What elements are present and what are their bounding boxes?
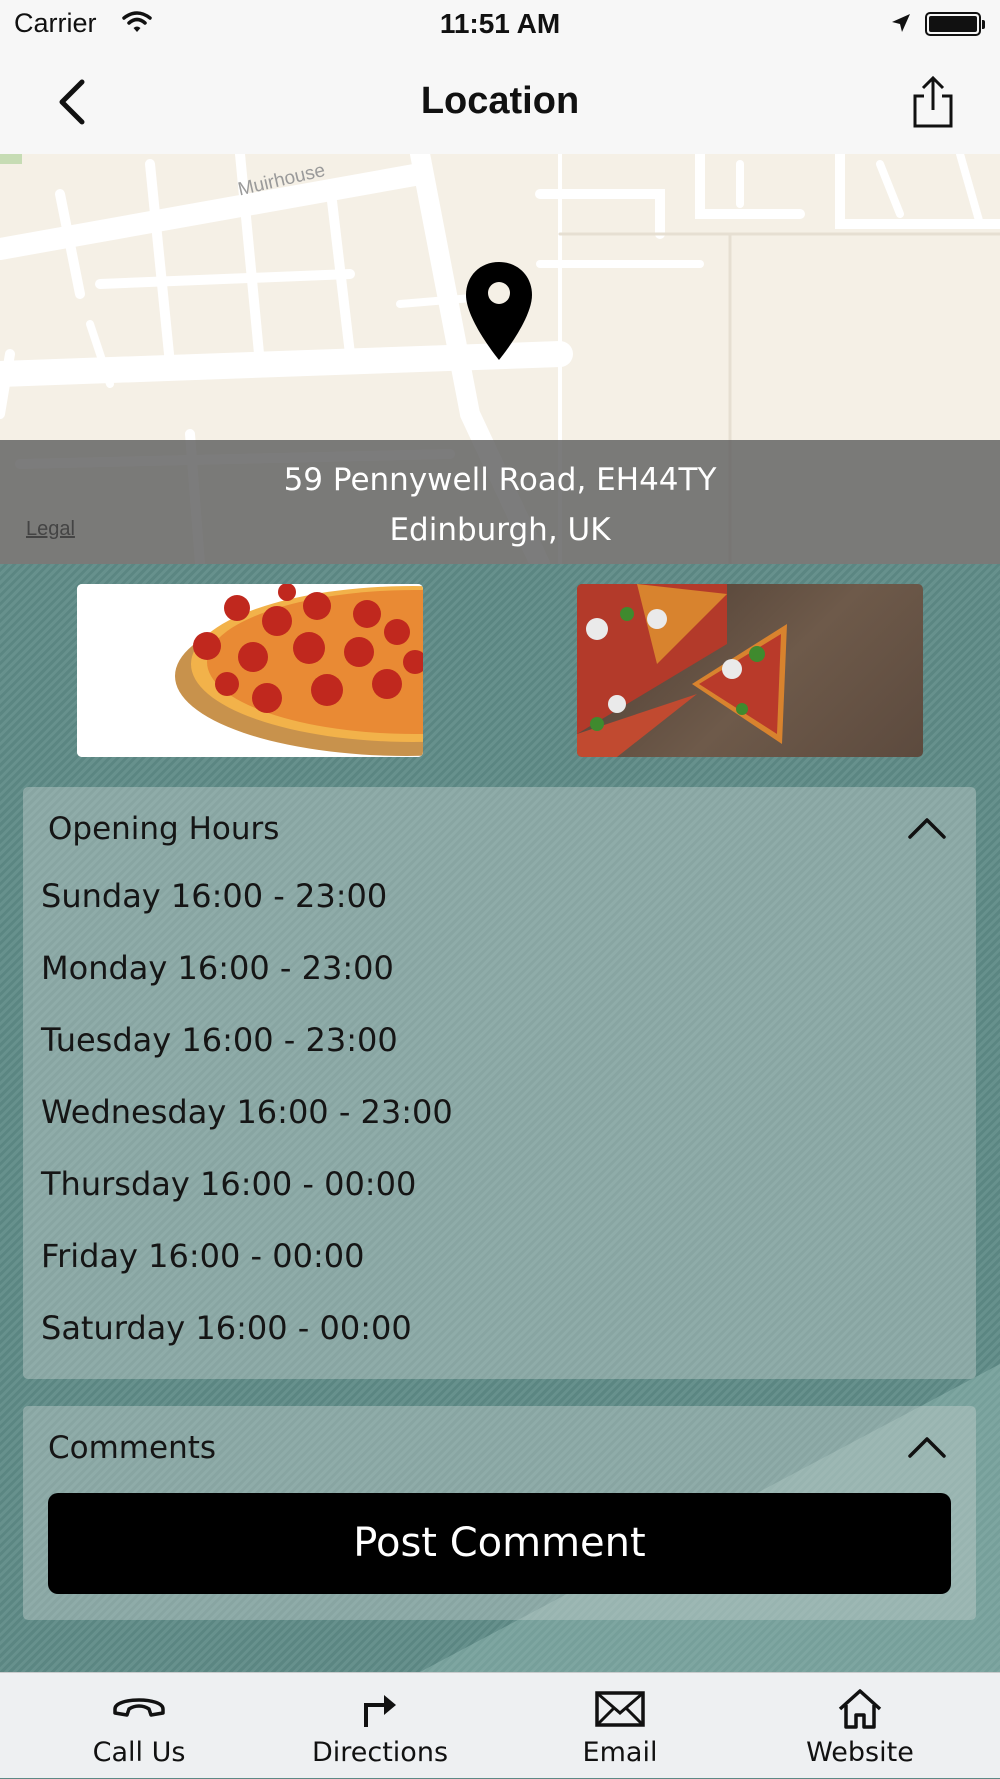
pizza-slices-image[interactable] [577, 584, 923, 757]
tab-directions-label: Directions [311, 1737, 449, 1768]
comments-title: Comments [48, 1430, 217, 1466]
status-bar: Carrier 11:51 AM [0, 0, 1000, 50]
location-pin-icon[interactable] [462, 258, 536, 366]
tab-website[interactable]: Website [760, 1673, 960, 1779]
clock: 11:51 AM [439, 8, 561, 39]
tab-directions[interactable]: Directions [280, 1673, 480, 1779]
hours-row-tuesday: Tuesday 16:00 - 23:00 [41, 1021, 398, 1059]
opening-hours-panel: Opening Hours Sunday 16:00 - 23:00 Monda… [23, 787, 976, 1379]
phone-icon [109, 1687, 169, 1735]
bottom-tab-bar: Call Us Directions Email Website [0, 1672, 1000, 1778]
chevron-up-icon[interactable] [906, 1434, 948, 1460]
map-view[interactable]: Muirhouse 59 Pennywell Road, EH44TY Edin… [0, 154, 1000, 564]
battery-icon [925, 12, 985, 36]
content-area: Opening Hours Sunday 16:00 - 23:00 Monda… [0, 564, 1000, 1672]
chevron-up-icon[interactable] [906, 815, 948, 841]
hours-row-sunday: Sunday 16:00 - 23:00 [41, 877, 388, 915]
tab-email-label: Email [582, 1737, 658, 1768]
directions-icon [358, 1687, 402, 1735]
comments-panel: Comments Post Comment [23, 1406, 976, 1620]
location-arrow-icon [890, 12, 912, 38]
address-line-2: Edinburgh, UK [389, 512, 611, 548]
tab-email[interactable]: Email [520, 1673, 720, 1779]
page-title: Location [420, 80, 580, 122]
share-icon [913, 75, 953, 128]
email-icon [594, 1687, 646, 1735]
pepperoni-pizza-image[interactable] [77, 584, 423, 757]
address-line-1: 59 Pennywell Road, EH44TY [283, 462, 717, 498]
post-comment-button[interactable]: Post Comment [48, 1493, 951, 1594]
hours-row-wednesday: Wednesday 16:00 - 23:00 [41, 1093, 453, 1131]
tab-call-us[interactable]: Call Us [39, 1673, 239, 1779]
legal-link[interactable]: Legal [26, 518, 75, 541]
hours-row-friday: Friday 16:00 - 00:00 [41, 1237, 365, 1275]
hours-row-saturday: Saturday 16:00 - 00:00 [41, 1309, 412, 1347]
navigation-bar: Location [0, 50, 1000, 154]
share-button[interactable] [910, 74, 956, 130]
opening-hours-title: Opening Hours [48, 811, 280, 847]
address-overlay: 59 Pennywell Road, EH44TY Edinburgh, UK [0, 440, 1000, 564]
hours-row-thursday: Thursday 16:00 - 00:00 [41, 1165, 417, 1203]
tab-website-label: Website [806, 1737, 914, 1768]
home-icon [836, 1687, 884, 1735]
hours-row-monday: Monday 16:00 - 23:00 [41, 949, 394, 987]
tab-call-us-label: Call Us [92, 1737, 186, 1768]
